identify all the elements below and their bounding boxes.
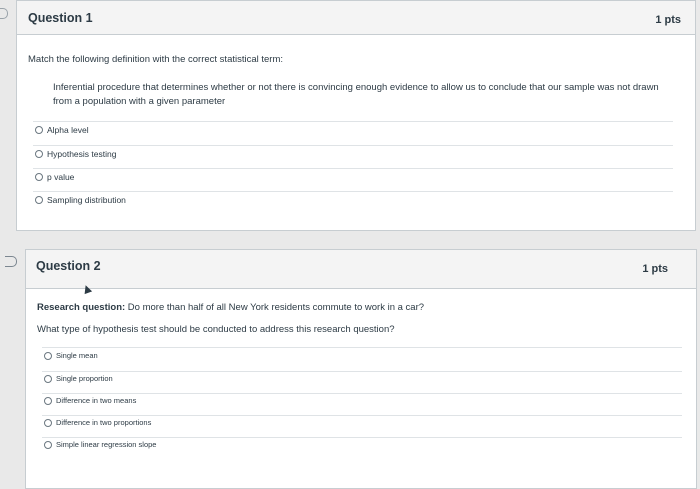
question-1-header: Question 1 1 pts <box>17 1 695 35</box>
question-1-definition: Inferential procedure that determines wh… <box>53 82 659 107</box>
answer-label: p value <box>47 172 75 182</box>
answer-hypothesis-testing[interactable]: Hypothesis testing <box>35 149 116 159</box>
answer-label: Single mean <box>56 351 98 360</box>
radio-button[interactable] <box>35 150 43 158</box>
answer-simple-linear-regression-slope[interactable]: Simple linear regression slope <box>44 440 156 449</box>
answer-alpha-level[interactable]: Alpha level <box>35 125 89 135</box>
answer-single-mean[interactable]: Single mean <box>44 351 98 360</box>
answer-sampling-distribution[interactable]: Sampling distribution <box>35 195 126 205</box>
radio-button[interactable] <box>44 351 52 360</box>
question-2-prompt: What type of hypothesis test should be c… <box>37 324 395 335</box>
radio-button[interactable] <box>35 196 43 204</box>
flag-question-1-icon[interactable] <box>0 8 8 19</box>
separator <box>33 145 673 146</box>
question-1-card: Question 1 1 pts Match the following def… <box>16 0 696 231</box>
separator <box>42 437 682 438</box>
radio-button[interactable] <box>44 440 52 449</box>
question-1-title: Question 1 <box>28 11 93 25</box>
research-question: Research question: Do more than half of … <box>37 302 424 313</box>
separator <box>33 168 673 169</box>
answer-difference-two-means[interactable]: Difference in two means <box>44 396 136 405</box>
question-1-points: 1 pts <box>655 14 681 26</box>
radio-button[interactable] <box>44 396 52 405</box>
flag-question-2-icon[interactable] <box>5 256 17 267</box>
answer-p-value[interactable]: p value <box>35 172 74 182</box>
answer-label: Simple linear regression slope <box>56 440 157 449</box>
answer-label: Alpha level <box>47 125 89 135</box>
answer-label: Difference in two means <box>56 396 137 405</box>
question-2-card: Question 2 1 pts Research question: Do m… <box>25 249 697 489</box>
separator <box>42 371 682 372</box>
answer-label: Difference in two proportions <box>56 418 152 427</box>
radio-button[interactable] <box>35 126 43 134</box>
radio-button[interactable] <box>44 374 52 383</box>
separator <box>33 191 673 192</box>
radio-button[interactable] <box>35 173 43 181</box>
answer-label: Single proportion <box>56 374 113 383</box>
answer-difference-two-proportions[interactable]: Difference in two proportions <box>44 418 151 427</box>
question-2-title: Question 2 <box>36 259 101 273</box>
question-1-prompt: Match the following definition with the … <box>28 54 284 65</box>
answer-label: Sampling distribution <box>47 195 126 205</box>
question-2-points: 1 pts <box>642 263 668 275</box>
separator <box>42 393 682 394</box>
answer-single-proportion[interactable]: Single proportion <box>44 374 113 383</box>
question-2-header: Question 2 1 pts <box>26 250 696 289</box>
radio-button[interactable] <box>44 418 52 427</box>
research-question-label: Research question: <box>37 302 126 313</box>
separator <box>42 347 682 348</box>
research-question-text: Do more than half of all New York reside… <box>125 302 425 313</box>
separator <box>42 415 682 416</box>
answer-label: Hypothesis testing <box>47 149 117 159</box>
separator <box>33 121 673 122</box>
